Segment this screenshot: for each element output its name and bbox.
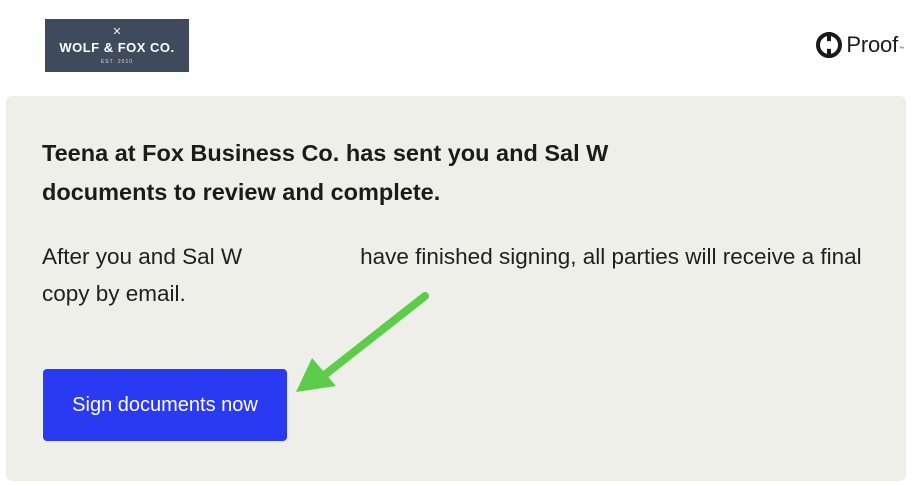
- logo-established: EST. 2010: [100, 58, 134, 65]
- sign-documents-button[interactable]: Sign documents now: [43, 369, 287, 441]
- message-headline: Teena at Fox Business Co. has sent you a…: [42, 140, 609, 205]
- proof-trademark: ™: [899, 46, 904, 52]
- message-card: Teena at Fox Business Co. has sent you a…: [6, 96, 906, 481]
- proof-logo-icon: [816, 32, 843, 58]
- message-body: After you and Sal Whave finished signing…: [42, 238, 872, 312]
- wolf-fox-logo: ✕ WOLF & FOX CO. EST. 2010: [45, 19, 189, 72]
- logo-cross-icon: ✕: [112, 25, 122, 38]
- proof-logo: Proof ™: [816, 30, 904, 60]
- logo-name: WOLF & FOX CO.: [59, 39, 175, 55]
- message-body-part1: After you and Sal W: [42, 244, 243, 269]
- proof-wordmark: Proof: [846, 32, 898, 57]
